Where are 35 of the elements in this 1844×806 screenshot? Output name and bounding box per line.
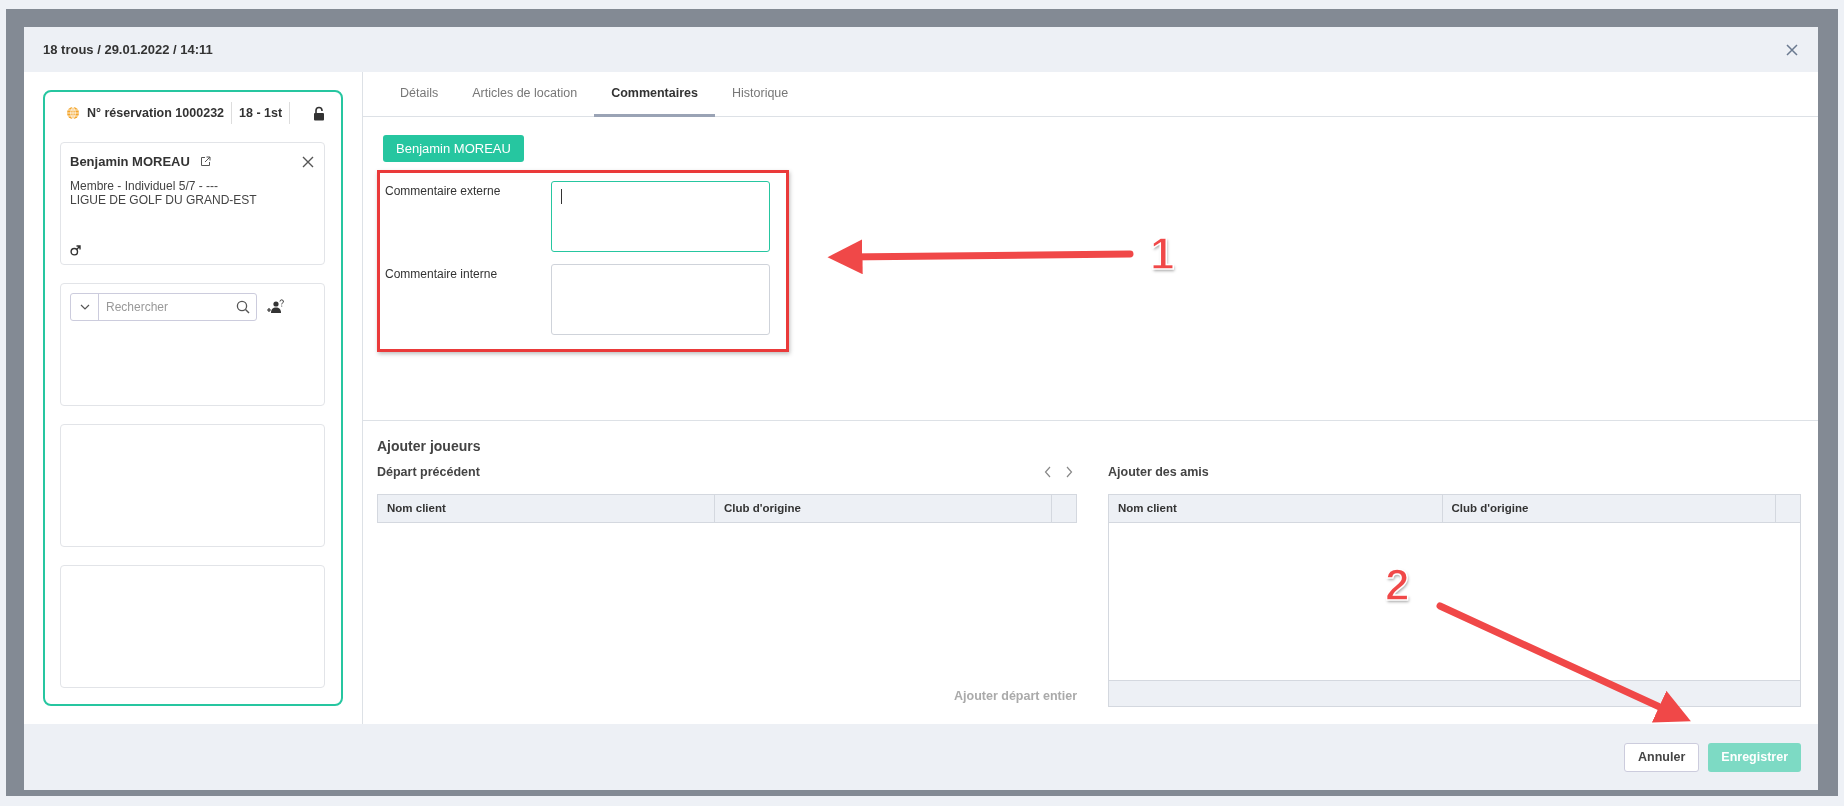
chevron-right-icon[interactable] [1065,466,1073,478]
search-box[interactable]: Rechercher [70,293,257,321]
chevron-left-icon[interactable] [1044,466,1052,478]
field-label: Commentaire externe [385,183,502,200]
external-link-icon[interactable] [199,156,211,167]
player-name: Benjamin MOREAU [70,154,190,169]
field-label: Commentaire interne [385,266,499,283]
tab[interactable]: Commentaires [594,72,715,117]
column-header: Nom client [378,495,715,522]
search-icon[interactable] [236,300,250,314]
column-header: Club d'origine [715,495,1052,522]
lock-icon[interactable] [313,105,325,121]
section-title: Ajouter joueurs [377,438,482,454]
tab[interactable]: Articles de location [455,72,595,117]
tab[interactable]: Détails [383,72,456,117]
comment-field[interactable] [550,181,770,252]
tee-label: 18 - 1st [239,106,283,120]
close-icon[interactable] [302,155,314,168]
membership-text: Membre - Individuel 5/7 - --- [70,179,220,193]
section-subtitle: Ajouter des amis [1108,465,1209,479]
section-subtitle: Départ précédent [377,465,480,479]
male-symbol-icon [70,245,81,256]
column-header: Club d'origine [1442,495,1776,522]
globe-icon [66,106,80,120]
search-field[interactable]: Rechercher [99,300,236,314]
close-icon[interactable] [1786,43,1798,56]
dialog-title: 18 trous / 29.01.2022 / 14:11 [43,42,213,57]
comment-field[interactable] [550,264,770,335]
add-person-icon[interactable] [266,299,284,315]
chevron-down-icon[interactable] [79,304,90,310]
reservation-number: N° réservation 1000232 [87,106,225,120]
column-header: Nom client [1109,495,1443,522]
cancel-button[interactable]: Annuler [1624,742,1700,772]
tab[interactable]: Historique [715,72,806,117]
club-text: LIGUE DE GOLF DU GRAND-EST [70,193,258,207]
